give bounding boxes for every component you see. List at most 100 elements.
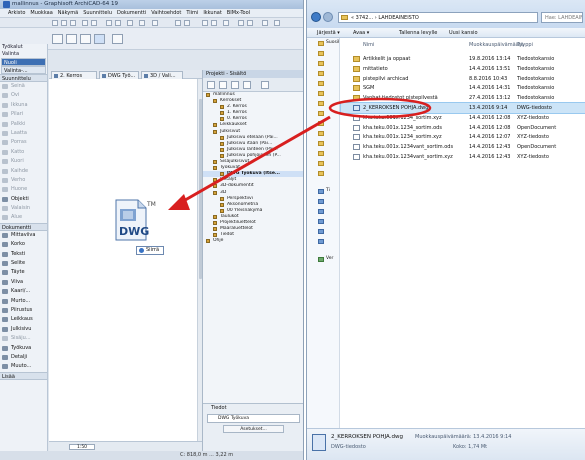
new-folder-button[interactable]: Uusi kansio <box>449 28 478 38</box>
file-row[interactable]: kha.teku.001x.1234vant_sortim.ods 14.4.20… <box>341 142 585 152</box>
save-icon[interactable] <box>70 20 76 26</box>
tool-document_tools-7[interactable]: Murto... <box>0 297 47 306</box>
organize-button[interactable]: Järjestä ▾ <box>317 28 340 38</box>
search-input[interactable]: Hae: LAHDEAINEISTO <box>541 12 583 23</box>
magic-wand-icon[interactable] <box>127 20 133 26</box>
nav-pane-item[interactable]: Suosikit <box>307 38 339 48</box>
teamwork-icon[interactable] <box>262 20 268 26</box>
undo-icon[interactable] <box>82 20 88 26</box>
grid-icon[interactable] <box>139 20 145 26</box>
publisher-icon[interactable] <box>243 81 251 89</box>
menu-item-5[interactable]: Vaihtoehdot <box>151 9 181 17</box>
nav-pane-item[interactable] <box>307 118 339 128</box>
more-category[interactable]: Lisää <box>0 371 47 380</box>
tool-design_tools-5[interactable]: Laatta <box>0 129 47 138</box>
rectangle-method-icon[interactable] <box>66 34 77 44</box>
arrow-cursor-icon[interactable] <box>112 34 123 44</box>
view-map-icon[interactable] <box>219 81 227 89</box>
render-icon[interactable] <box>247 20 253 26</box>
selection-shape-icon[interactable] <box>94 34 105 44</box>
tool-design_tools-8[interactable]: Kuori <box>0 157 47 166</box>
file-row[interactable]: kha.teku.001x.1234_sortim.ods 14.4.2016 1… <box>341 123 585 133</box>
nav-pane-item[interactable] <box>307 158 339 168</box>
nav-pane-item[interactable] <box>307 78 339 88</box>
nav-pane-item[interactable] <box>307 168 339 178</box>
tool-document_tools-4[interactable]: Täyte <box>0 268 47 277</box>
nav-pane-item[interactable] <box>307 88 339 98</box>
tool-document_tools-9[interactable]: Leikkaus <box>0 315 47 324</box>
menu-item-2[interactable]: Näkymä <box>58 9 78 17</box>
file-row[interactable]: 2_KERROKSEN POHJA.dwg 13.4.2016 9:14 DWG-t… <box>340 102 585 114</box>
menu-item-6[interactable]: Tiimi <box>186 9 198 17</box>
tool-design_tools-2[interactable]: Ikkuna <box>0 101 47 110</box>
properties-view-field[interactable]: DWG Työkuva <box>207 414 300 423</box>
column-date[interactable]: Muokkauspäivämäärä <box>469 42 524 48</box>
file-row[interactable]: Artikkelit ja oppaat 19.8.2016 13:14 Tiedo… <box>341 54 585 64</box>
nav-pane-item[interactable] <box>307 216 339 226</box>
nav-pane-item[interactable] <box>307 98 339 108</box>
open-file-icon[interactable] <box>61 20 67 26</box>
design-category[interactable]: Suunnittelu <box>0 74 47 82</box>
file-row[interactable]: kha.teku.001x.1234_sortim.xyz 14.4.2016 1… <box>341 113 585 123</box>
floor-plan-canvas[interactable] <box>49 79 197 441</box>
nav-pane-item[interactable] <box>307 58 339 68</box>
file-row[interactable]: kha.teku.001x.1234vant_sortim.xyz 14.4.20… <box>341 152 585 162</box>
address-bar[interactable]: « 3742... › LAHDEAINEISTO <box>338 12 538 23</box>
fit-window-icon[interactable] <box>223 20 229 26</box>
nav-pane-item[interactable]: Ti <box>307 186 339 196</box>
tool-design_tools-4[interactable]: Palkki <box>0 120 47 129</box>
tool-design_tools-1[interactable]: Ovi <box>0 91 47 100</box>
menu-item-1[interactable]: Muokkaa <box>30 9 52 17</box>
nav-pane-item[interactable] <box>307 108 339 118</box>
nav-pane-item[interactable] <box>307 138 339 148</box>
tool-design_tools-6[interactable]: Porras <box>0 138 47 147</box>
tool-document_tools-14[interactable]: Muuto... <box>0 362 47 371</box>
document-category[interactable]: Dokumentti <box>0 222 47 231</box>
tool-document_tools-10[interactable]: Julkisivu <box>0 325 47 334</box>
menu-item-7[interactable]: Ikkunat <box>203 9 221 17</box>
nav-pane-item[interactable] <box>307 196 339 206</box>
file-row[interactable]: pistepilvi archicad 8.8.2016 10:43 Tiedost… <box>341 74 585 84</box>
settings-button[interactable]: Asetukset... <box>223 425 284 433</box>
navigator-settings-icon[interactable] <box>261 81 269 89</box>
menu-item-4[interactable]: Dokumentti <box>117 9 146 17</box>
menu-item-3[interactable]: Suunnittelu <box>83 9 112 17</box>
settings-icon[interactable] <box>274 20 280 26</box>
rotated-rect-icon[interactable] <box>80 34 91 44</box>
zoom-scale-field[interactable]: 1:50 <box>69 444 95 450</box>
file-row[interactable]: kha.teku.001x.1234_sortim.xyz 14.4.2016 1… <box>341 132 585 142</box>
3d-view-icon[interactable] <box>238 20 244 26</box>
nav-pane-item[interactable] <box>307 68 339 78</box>
nav-pane-item[interactable] <box>307 128 339 138</box>
properties-title[interactable]: Tiedot <box>203 404 303 412</box>
nav-pane-item[interactable] <box>307 236 339 246</box>
pencil-icon[interactable] <box>106 20 112 26</box>
ruler-icon[interactable] <box>115 20 121 26</box>
menu-item-8[interactable]: BIMx-Tool <box>227 9 250 17</box>
tool-design_tools-14[interactable]: Alue <box>0 213 47 222</box>
trace-icon[interactable] <box>175 20 181 26</box>
zoom-in-icon[interactable] <box>202 20 208 26</box>
arrow-tool[interactable]: Nuoli <box>1 58 46 66</box>
redo-icon[interactable] <box>91 20 97 26</box>
view-tab-1[interactable]: DWG Työ... <box>99 71 139 79</box>
nav-pane-item[interactable] <box>307 206 339 216</box>
nav-pane-item[interactable]: Ver <box>307 254 339 264</box>
back-arrow-icon[interactable] <box>311 12 321 22</box>
nav-pane-item[interactable] <box>307 148 339 158</box>
tool-design_tools-0[interactable]: Seinä <box>0 82 47 91</box>
tool-document_tools-1[interactable]: Korko <box>0 240 47 249</box>
zoom-out-icon[interactable] <box>211 20 217 26</box>
tool-design_tools-9[interactable]: Kaihde <box>0 167 47 176</box>
view-tab-2[interactable]: 3D / Vali... <box>141 71 183 79</box>
layer-icon[interactable] <box>152 20 158 26</box>
burn-button[interactable]: Tallenna levylle <box>399 28 437 38</box>
tool-design_tools-13[interactable]: Valaisin <box>0 204 47 213</box>
forward-arrow-icon[interactable] <box>323 12 333 22</box>
open-button[interactable]: Avaa ▾ <box>353 28 369 38</box>
tool-document_tools-6[interactable]: Kaari/... <box>0 287 47 296</box>
project-map-icon[interactable] <box>207 81 215 89</box>
nav-pane-item[interactable] <box>307 226 339 236</box>
tool-document_tools-2[interactable]: Teksti <box>0 250 47 259</box>
nav-pane-item[interactable] <box>307 48 339 58</box>
